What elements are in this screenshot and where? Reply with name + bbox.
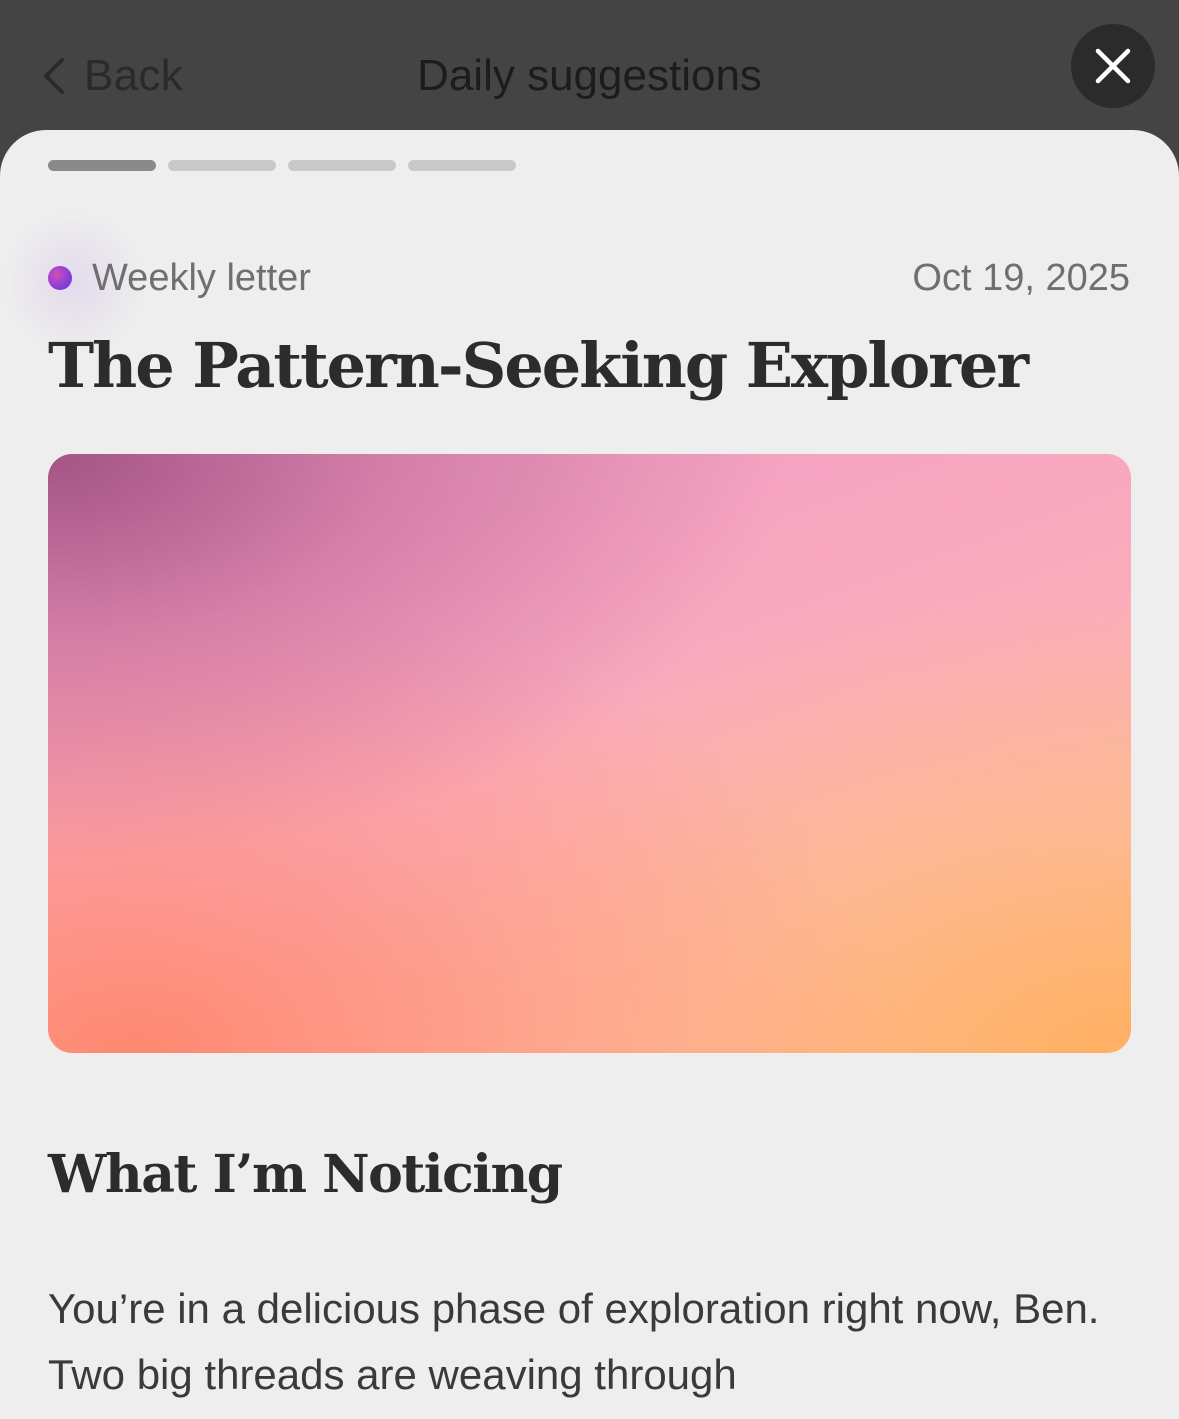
progress-segment-4 [408,160,516,171]
letter-sheet: Weekly letter Oct 19, 2025 The Pattern-S… [0,130,1179,1419]
letter-title: The Pattern-Seeking Explorer [48,329,1029,402]
close-button[interactable] [1071,24,1155,108]
chevron-left-icon [44,58,64,94]
top-navigation-bar: Back Daily suggestions [0,0,1179,150]
section-heading: What I’m Noticing [48,1144,563,1205]
back-button[interactable]: Back [38,44,183,108]
letter-date: Oct 19, 2025 [912,256,1130,299]
back-button-label: Back [84,51,184,100]
progress-segment-3 [288,160,396,171]
letter-category: Weekly letter [92,256,311,299]
close-icon [1095,48,1131,84]
story-progress-indicator [48,160,516,171]
category-label-group: Weekly letter [0,208,311,357]
gradient-cover-image [48,454,1131,1053]
letter-meta-row: Weekly letter Oct 19, 2025 [0,208,1130,357]
app-screen: Back Daily suggestions Weekly letter Oct… [0,0,1179,1419]
progress-segment-1 [48,160,156,171]
gradient-dot-icon [48,266,72,290]
progress-segment-2 [168,160,276,171]
letter-body-text: You’re in a delicious phase of explorati… [48,1285,1100,1398]
